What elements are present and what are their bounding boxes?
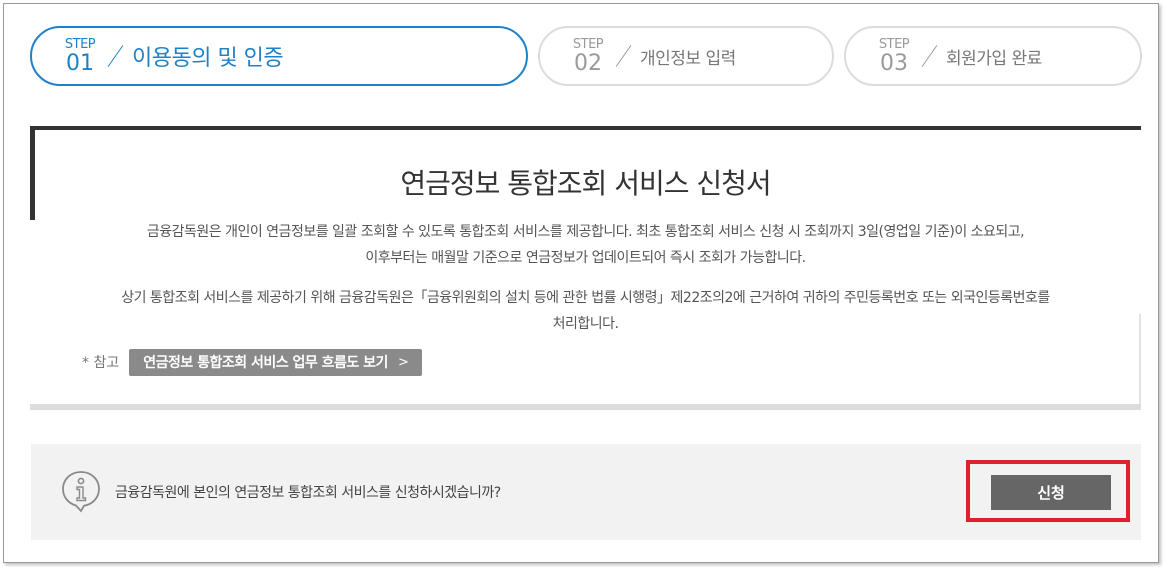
reference-row: * 참고 연금정보 통합조회 서비스 업무 흐름도 보기 >	[82, 348, 423, 376]
step-2-title: 개인정보 입력	[640, 48, 736, 69]
step-3: STEP 03 회원가입 완료	[844, 26, 1142, 86]
step-1: STEP 01 이용동의 및 인증	[30, 26, 528, 86]
apply-button[interactable]: 신청	[991, 475, 1111, 510]
service-description-line-2: 이후부터는 매월말 기준으로 연금정보가 업데이트되어 즉시 조회가 가능합니다…	[365, 250, 806, 266]
application-document: 연금정보 통합조회 서비스 신청서 금융감독원은 개인이 연금정보를 일괄 조회…	[30, 126, 1141, 410]
document-bottom-border	[30, 404, 1141, 410]
legal-notice-line-1: 상기 통합조회 서비스를 제공하기 위해 금융감독원은「금융위원회의 설치 등에…	[121, 290, 1050, 306]
legal-notice: 상기 통합조회 서비스를 제공하기 위해 금융감독원은「금융위원회의 설치 등에…	[30, 285, 1141, 337]
step-3-title: 회원가입 완료	[946, 48, 1042, 69]
chevron-right-icon: >	[397, 354, 409, 370]
workflow-view-button-label: 연금정보 통합조회 서비스 업무 흐름도 보기	[143, 355, 388, 371]
legal-notice-line-2: 처리합니다.	[552, 316, 619, 332]
step-1-number: STEP 01	[60, 38, 100, 75]
step-2-word: STEP	[572, 36, 604, 52]
info-icon	[62, 471, 100, 513]
document-title: 연금정보 통합조회 서비스 신청서	[400, 167, 771, 200]
service-description-line-1: 금융감독원은 개인이 연금정보를 일괄 조회할 수 있도록 통합조회 서비스를 …	[146, 224, 1025, 240]
step-3-number: STEP 03	[874, 38, 914, 75]
step-2: STEP 02 개인정보 입력	[538, 26, 834, 86]
step-2-divider	[616, 45, 632, 67]
step-3-digits: 03	[880, 50, 908, 76]
document-top-border	[30, 126, 1141, 130]
reference-label: * 참고	[82, 355, 120, 371]
step-3-word: STEP	[878, 36, 910, 52]
step-1-title: 이용동의 및 인증	[132, 46, 284, 71]
step-1-divider	[108, 45, 124, 67]
step-indicator: STEP 01 이용동의 및 인증 STEP 02 개인정보 입력 STEP 0…	[30, 26, 1142, 86]
step-1-word: STEP	[64, 36, 96, 52]
step-2-number: STEP 02	[568, 38, 608, 75]
step-2-digits: 02	[574, 50, 602, 76]
confirm-question: 금융감독원에 본인의 연금정보 통합조회 서비스를 신청하시겠습니까?	[115, 485, 501, 501]
step-3-divider	[922, 45, 938, 67]
service-description: 금융감독원은 개인이 연금정보를 일괄 조회할 수 있도록 통합조회 서비스를 …	[30, 219, 1141, 271]
step-1-digits: 01	[66, 50, 94, 76]
workflow-view-button[interactable]: 연금정보 통합조회 서비스 업무 흐름도 보기 >	[129, 348, 423, 376]
